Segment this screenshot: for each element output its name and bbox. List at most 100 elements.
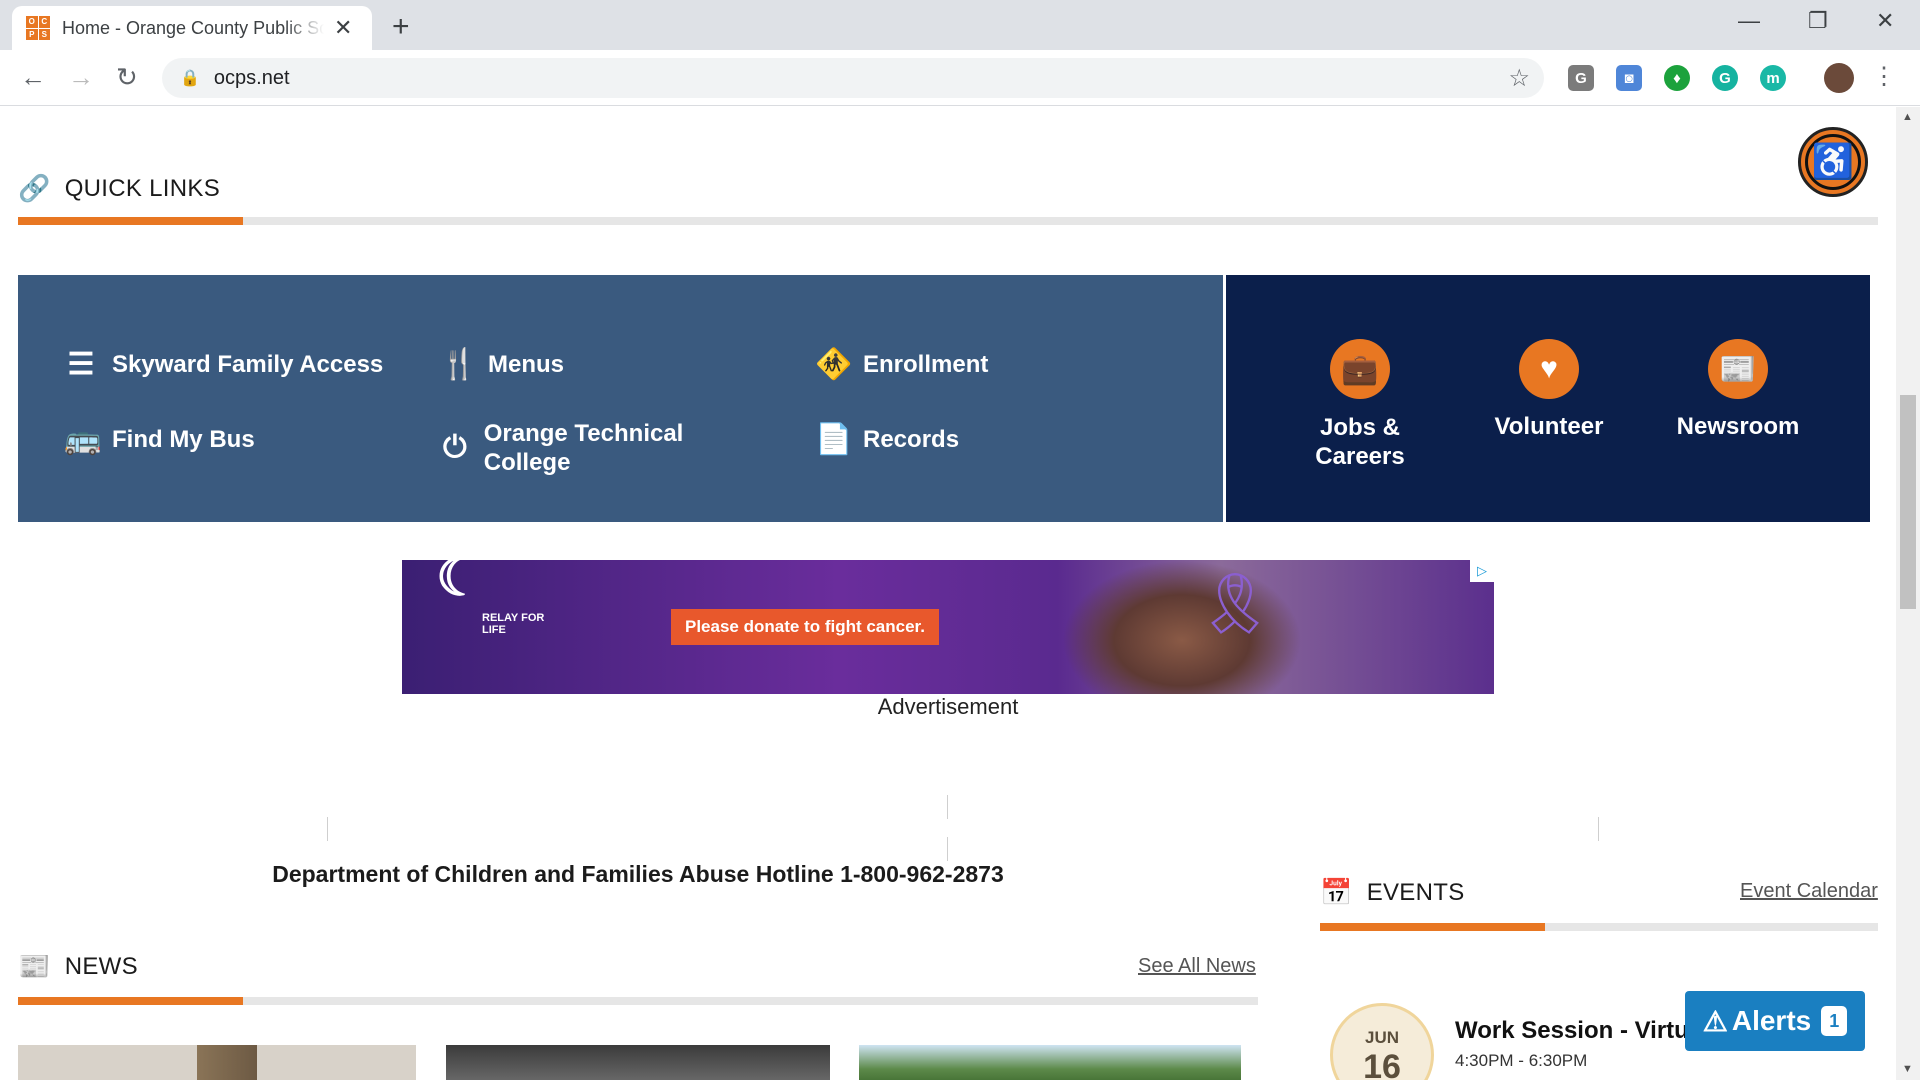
events-underline [1320,923,1878,931]
tab-title: Home - Orange County Public Schools [62,17,324,38]
accessibility-button[interactable]: ♿ [1798,127,1868,197]
browser-toolbar: ← → ↻ 🔒 ocps.net ☆ G ◙ ♦ G m ⋮ [0,50,1920,106]
event-calendar-link[interactable]: Event Calendar [1740,880,1878,903]
alerts-count-badge: 1 [1821,1006,1848,1036]
newspaper-icon: 📰 [1708,339,1768,399]
event-day: 16 [1363,1048,1401,1080]
browser-tab[interactable]: O C P S Home - Orange County Public Scho… [12,6,372,50]
events-heading: 📅 EVENTS [1320,877,1465,908]
quick-link-label: Enrollment [863,350,989,378]
advertisement-banner[interactable]: ☾ RELAY FOR LIFE Please donate to fight … [402,560,1494,694]
adchoices-icon[interactable]: ▷ [1470,560,1494,582]
power-icon: ⏻ [443,431,467,464]
scroll-up-arrow-icon[interactable]: ▲ [1902,111,1913,123]
favicon-letter: O [26,16,38,28]
moon-icon: ☾ [436,560,483,607]
briefcase-icon: 💼 [1330,339,1390,399]
quick-link-menus[interactable]: 🍴 Menus [440,347,564,382]
reload-button[interactable]: ↻ [116,62,138,93]
grammarly-extension-icon[interactable]: G [1712,65,1738,91]
featured-link-label: Newsroom [1676,413,1800,440]
news-thumbnail[interactable] [446,1045,830,1080]
quick-links-title: QUICK LINKS [64,174,221,202]
news-underline [18,997,1258,1005]
ribbon-icon: 🎗 [1197,570,1274,637]
forward-button[interactable]: → [68,62,94,93]
document-icon: 📄 [815,423,853,456]
page-scrollbar[interactable]: ▲ ▼ [1896,107,1920,1080]
restore-button[interactable]: ❐ [1808,8,1828,34]
quick-link-label: Records [863,425,960,453]
browser-menu-icon[interactable]: ⋮ [1872,62,1896,91]
link-icon: 🔗 [18,173,51,203]
scroll-down-arrow-icon[interactable]: ▼ [1902,1063,1913,1075]
news-thumbnail[interactable] [18,1045,416,1080]
camera-extension-icon[interactable]: ◙ [1616,65,1642,91]
extension-g-label: G [1575,69,1587,87]
quick-link-enrollment[interactable]: 🚸 Enrollment [815,347,988,382]
back-button[interactable]: ← [20,62,46,93]
calendar-icon: 📅 [1320,877,1353,907]
address-bar[interactable]: 🔒 ocps.net ☆ [162,58,1544,98]
close-window-button[interactable]: ✕ [1876,8,1894,34]
ad-logo-text: RELAY FOR LIFE [482,612,545,636]
minimize-button[interactable]: — [1738,8,1760,34]
divider [327,817,328,841]
favicon-letter: P [26,28,38,40]
divider [947,837,948,861]
accessibility-icon: ♿ [1805,134,1861,190]
featured-link-jobs-careers[interactable]: 💼 Jobs & Careers [1270,339,1450,471]
quick-links-panel: ☰ Skyward Family Access 🍴 Menus 🚸 Enroll… [18,275,1223,522]
event-title[interactable]: Work Session - Virtual [1455,1017,1709,1045]
tab-close-icon[interactable]: ✕ [334,15,352,41]
events-underline-accent [1320,923,1545,931]
divider [947,795,948,819]
heart-icon: ♥ [1519,339,1579,399]
events-title: EVENTS [1366,878,1465,906]
featured-link-newsroom[interactable]: 📰 Newsroom [1648,339,1828,441]
quick-links-underline-accent [18,217,243,225]
favicon-letter: C [38,16,50,28]
child-icon: 🚸 [815,348,853,381]
extension-g-icon[interactable]: G [1568,65,1594,91]
featured-links-panel: 💼 Jobs & Careers ♥ Volunteer 📰 Newsroom [1226,275,1870,522]
quick-link-label: Find My Bus [112,425,255,453]
quick-link-orange-technical-college[interactable]: ⏻ Orange Technical College [440,419,740,477]
page-content: 🔗 QUICK LINKS ♿ ☰ Skyward Family Access … [0,107,1896,1080]
event-date-badge: JUN 16 [1330,1003,1434,1080]
news-heading: 📰 NEWS [18,951,138,982]
url-text: ocps.net [213,66,290,89]
featured-link-volunteer[interactable]: ♥ Volunteer [1459,339,1639,441]
alerts-button[interactable]: ⚠ Alerts 1 [1685,991,1865,1051]
quick-links-underline [18,217,1878,225]
quick-link-label: Menus [488,350,565,378]
quick-link-skyward[interactable]: ☰ Skyward Family Access [64,347,384,382]
quick-links-heading: 🔗 QUICK LINKS [18,173,220,204]
quick-link-records[interactable]: 📄 Records [815,422,959,457]
list-icon: ☰ [67,348,95,381]
news-underline-accent [18,997,243,1005]
quick-link-find-my-bus[interactable]: 🚌 Find My Bus [64,422,255,457]
ocps-favicon-icon: O C P S [26,16,50,40]
ad-cta-button[interactable]: Please donate to fight cancer. [671,609,939,645]
profile-avatar[interactable] [1824,63,1854,93]
alerts-label: Alerts [1731,1005,1812,1036]
scrollbar-thumb[interactable] [1900,395,1916,609]
newspaper-icon: 📰 [18,951,51,981]
news-title: NEWS [64,952,138,980]
news-thumbnail[interactable] [859,1045,1241,1080]
warning-icon: ⚠ [1702,1005,1728,1037]
favicon-letter: S [38,28,50,40]
utensils-icon: 🍴 [440,348,478,381]
event-month: JUN [1364,1028,1399,1047]
quick-link-label: Orange Technical College [483,420,684,476]
evernote-extension-icon[interactable]: ♦ [1664,65,1690,91]
see-all-news-link[interactable]: See All News [1138,955,1256,978]
featured-link-label: Volunteer [1494,413,1604,440]
divider [1598,817,1599,841]
featured-link-label: Jobs & Careers [1315,414,1405,470]
bookmark-star-icon[interactable]: ☆ [1508,64,1530,93]
extension-m-icon[interactable]: m [1760,65,1786,91]
abuse-hotline-text: Department of Children and Families Abus… [272,861,1004,887]
new-tab-button[interactable]: + [392,10,410,44]
